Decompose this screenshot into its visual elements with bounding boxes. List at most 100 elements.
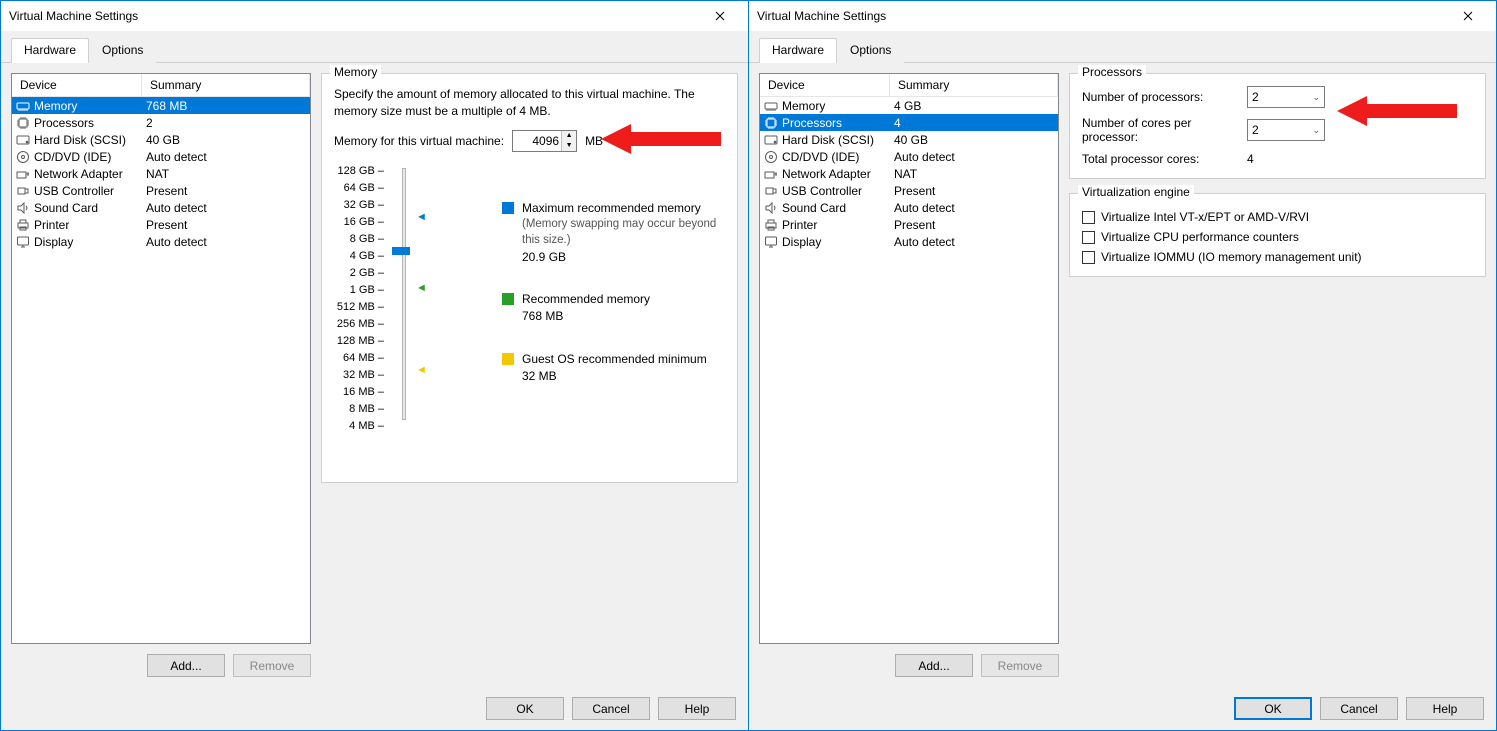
device-list[interactable]: Device Summary Memory4 GBProcessors4Hard… <box>759 73 1059 644</box>
spinner-up-icon[interactable]: ▲ <box>562 131 576 141</box>
hard-disk-icon <box>16 133 30 147</box>
processors-icon <box>16 116 30 130</box>
net-icon <box>764 167 778 181</box>
device-row-cd-dvd[interactable]: CD/DVD (IDE)Auto detect <box>12 148 310 165</box>
device-row-display[interactable]: DisplayAuto detect <box>12 233 310 250</box>
usb-icon <box>764 184 778 198</box>
perf-checkbox[interactable] <box>1082 231 1095 244</box>
virt-group-label: Virtualization engine <box>1078 185 1194 199</box>
device-list[interactable]: Device Summary Memory768 MBProcessors2Ha… <box>11 73 311 644</box>
device-row-usb[interactable]: USB ControllerPresent <box>760 182 1058 199</box>
swatch-blue-icon <box>502 202 514 214</box>
memory-description: Specify the amount of memory allocated t… <box>334 86 725 120</box>
memory-group-label: Memory <box>330 65 381 79</box>
add-button[interactable]: Add... <box>147 654 225 677</box>
ok-button[interactable]: OK <box>486 697 564 720</box>
col-device[interactable]: Device <box>12 74 142 97</box>
device-list-header: Device Summary <box>760 74 1058 97</box>
device-name: Display <box>34 235 73 249</box>
tab-hardware[interactable]: Hardware <box>759 38 837 63</box>
memory-slider-ticks: 128 GB ‒64 GB ‒32 GB ‒16 GB ‒8 GB ‒4 GB … <box>334 164 384 433</box>
tab-options[interactable]: Options <box>837 38 904 63</box>
slider-thumb[interactable] <box>392 247 410 255</box>
help-button[interactable]: Help <box>658 697 736 720</box>
device-name: Memory <box>782 99 825 113</box>
device-row-sound[interactable]: Sound CardAuto detect <box>760 199 1058 216</box>
hard-disk-icon <box>764 133 778 147</box>
device-summary: 4 <box>890 116 1058 130</box>
printer-icon <box>16 218 30 232</box>
tab-options[interactable]: Options <box>89 38 156 63</box>
swatch-green-icon <box>502 293 514 305</box>
recommended-marker-icon: ◄ <box>416 282 427 294</box>
device-summary: Auto detect <box>142 201 310 215</box>
device-name: CD/DVD (IDE) <box>782 150 859 164</box>
device-summary: Auto detect <box>142 150 310 164</box>
num-processors-label: Number of processors: <box>1082 90 1247 104</box>
slider-tick: 8 MB ‒ <box>334 402 384 416</box>
device-name: USB Controller <box>34 184 114 198</box>
add-button[interactable]: Add... <box>895 654 973 677</box>
device-row-net[interactable]: Network AdapterNAT <box>760 165 1058 182</box>
ok-button[interactable]: OK <box>1234 697 1312 720</box>
slider-tick: 32 MB ‒ <box>334 368 384 382</box>
device-row-hard-disk[interactable]: Hard Disk (SCSI)40 GB <box>760 131 1058 148</box>
device-summary: NAT <box>890 167 1058 181</box>
col-summary[interactable]: Summary <box>890 74 1058 97</box>
slider-tick: 64 GB ‒ <box>334 181 384 195</box>
device-summary: Present <box>142 218 310 232</box>
sound-icon <box>16 201 30 215</box>
slider-tick: 128 MB ‒ <box>334 334 384 348</box>
device-list-header: Device Summary <box>12 74 310 97</box>
device-row-cd-dvd[interactable]: CD/DVD (IDE)Auto detect <box>760 148 1058 165</box>
device-summary: 4 GB <box>890 99 1058 113</box>
spinner-down-icon[interactable]: ▼ <box>562 141 576 151</box>
help-button[interactable]: Help <box>1406 697 1484 720</box>
device-row-memory[interactable]: Memory 4 GB <box>760 97 1058 114</box>
window-title: Virtual Machine Settings <box>9 9 700 23</box>
cd-dvd-icon <box>764 150 778 164</box>
total-cores-label: Total processor cores: <box>1082 152 1247 166</box>
close-icon <box>715 11 725 21</box>
vt-checkbox[interactable] <box>1082 211 1095 224</box>
col-summary[interactable]: Summary <box>142 74 310 97</box>
vm-settings-dialog-memory: Virtual Machine Settings Hardware Option… <box>0 0 749 731</box>
memory-legend: Maximum recommended memory (Memory swapp… <box>432 164 725 433</box>
tabstrip: Hardware Options <box>1 31 748 63</box>
device-summary: Present <box>142 184 310 198</box>
device-row-usb[interactable]: USB Controller Present <box>12 182 310 199</box>
cores-per-proc-select[interactable]: 2 ⌄ <box>1247 119 1325 141</box>
memory-spinner[interactable]: ▲ ▼ <box>512 130 577 152</box>
swatch-yellow-icon <box>502 353 514 365</box>
printer-icon <box>764 218 778 232</box>
cancel-button[interactable]: Cancel <box>1320 697 1398 720</box>
device-row-processors[interactable]: Processors4 <box>760 114 1058 131</box>
max-note: (Memory swapping may occur beyond this s… <box>522 216 725 248</box>
cancel-button[interactable]: Cancel <box>572 697 650 720</box>
usb-icon <box>16 184 30 198</box>
device-row-memory[interactable]: Memory768 MB <box>12 97 310 114</box>
col-device[interactable]: Device <box>760 74 890 97</box>
close-button[interactable] <box>1448 2 1488 30</box>
device-row-processors[interactable]: Processors2 <box>12 114 310 131</box>
memory-slider[interactable]: ◄ ◄ ◄ <box>388 164 428 424</box>
device-summary: 40 GB <box>142 133 310 147</box>
device-row-sound[interactable]: Sound CardAuto detect <box>12 199 310 216</box>
device-row-printer[interactable]: PrinterPresent <box>760 216 1058 233</box>
slider-tick: 16 MB ‒ <box>334 385 384 399</box>
device-name: Display <box>782 235 821 249</box>
cd-dvd-icon <box>16 150 30 164</box>
device-name: Hard Disk (SCSI) <box>782 133 874 147</box>
device-row-printer[interactable]: PrinterPresent <box>12 216 310 233</box>
device-row-hard-disk[interactable]: Hard Disk (SCSI)40 GB <box>12 131 310 148</box>
device-row-net[interactable]: Network AdapterNAT <box>12 165 310 182</box>
memory-input[interactable] <box>513 134 561 148</box>
close-button[interactable] <box>700 2 740 30</box>
slider-tick: 512 MB ‒ <box>334 300 384 314</box>
vm-settings-dialog-processors: Virtual Machine Settings Hardware Option… <box>748 0 1497 731</box>
num-processors-select[interactable]: 2 ⌄ <box>1247 86 1325 108</box>
iommu-checkbox[interactable] <box>1082 251 1095 264</box>
net-icon <box>16 167 30 181</box>
device-row-display[interactable]: DisplayAuto detect <box>760 233 1058 250</box>
tab-hardware[interactable]: Hardware <box>11 38 89 63</box>
